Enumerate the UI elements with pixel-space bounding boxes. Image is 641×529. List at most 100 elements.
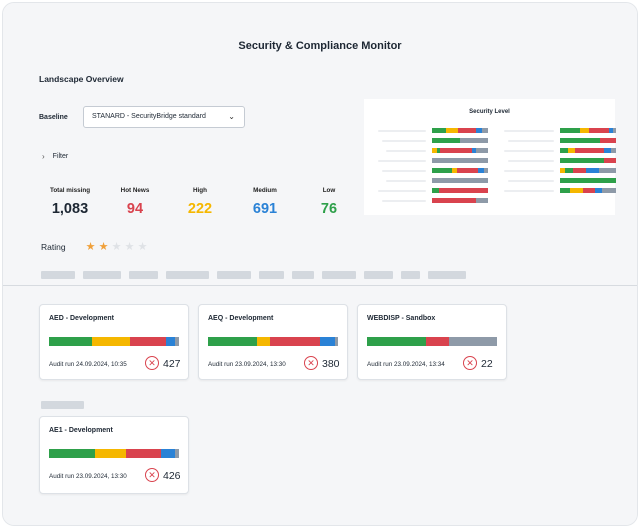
system-card[interactable]: WEBDISP - Sandbox Audit run 23.09.2024, … xyxy=(357,304,507,380)
system-card[interactable]: AE1 - Development Audit run 23.09.2024, … xyxy=(39,416,189,494)
bar-segment-other xyxy=(175,337,179,346)
security-level-bar-segment xyxy=(432,138,460,143)
baseline-dropdown[interactable]: STANARD - SecurityBridge standard ⌄ xyxy=(83,106,245,128)
security-level-bar xyxy=(432,158,488,163)
system-card[interactable]: AED - Development Audit run 24.09.2024, … xyxy=(39,304,189,380)
placeholder-tab[interactable] xyxy=(41,271,75,279)
security-level-bar-segment xyxy=(439,188,488,193)
security-level-row-label xyxy=(504,190,554,192)
placeholder-tab[interactable] xyxy=(259,271,284,279)
filter-label: Filter xyxy=(52,153,69,160)
stat-label: Medium xyxy=(253,187,277,194)
bar-segment-hot-news xyxy=(425,337,449,346)
circle-x-icon: ✕ xyxy=(145,356,159,370)
bar-segment-high xyxy=(257,337,271,346)
stat-value: 222 xyxy=(187,201,213,217)
placeholder-tab[interactable] xyxy=(166,271,209,279)
findings-count: 426 xyxy=(163,470,181,482)
stat-label: Hot News xyxy=(120,187,150,194)
security-level-bar-segment xyxy=(560,188,570,193)
stat-label: High xyxy=(193,187,207,194)
placeholder-tab[interactable] xyxy=(292,271,314,279)
page-title: Security & Compliance Monitor xyxy=(238,40,402,52)
security-level-row-label xyxy=(386,150,426,152)
audit-run: Audit run 23.09.2024, 13:30 xyxy=(208,361,286,368)
security-level-bar-segment xyxy=(589,128,609,133)
filter-toggle[interactable]: › Filter xyxy=(42,152,68,161)
security-level-bar-segment xyxy=(446,128,458,133)
security-level-bar xyxy=(560,148,616,153)
placeholder-tab[interactable] xyxy=(364,271,393,279)
security-level-bar-segment xyxy=(595,188,602,193)
bar-segment-other xyxy=(448,337,497,346)
security-level-bar-segment xyxy=(613,128,616,133)
star-empty-icon: ★ xyxy=(124,241,135,253)
security-level-bar xyxy=(432,188,488,193)
baseline-selected-value: STANARD - SecurityBridge standard xyxy=(92,113,206,120)
bar-segment-low xyxy=(49,337,92,346)
security-level-row-label xyxy=(382,170,426,172)
findings-count: 380 xyxy=(322,358,340,370)
placeholder-tab[interactable] xyxy=(83,271,121,279)
chevron-down-icon: ⌄ xyxy=(228,112,235,121)
placeholder-tab[interactable] xyxy=(217,271,251,279)
star-empty-icon: ★ xyxy=(111,241,122,253)
system-name: WEBDISP - Sandbox xyxy=(367,315,436,322)
stat-medium: Medium 691 xyxy=(230,187,300,217)
security-level-title: Security Level xyxy=(469,109,510,115)
security-level-row-label xyxy=(386,180,426,182)
bar-segment-high xyxy=(91,337,130,346)
system-name: AE1 - Development xyxy=(49,427,113,434)
bar-segment-hot-news xyxy=(270,337,320,346)
security-level-bar-segment xyxy=(602,188,616,193)
section-title: Landscape Overview xyxy=(39,74,124,84)
system-name: AEQ - Development xyxy=(208,315,274,322)
bar-segment-medium xyxy=(160,449,176,458)
rating-stars: ★ ★ ★ ★ ★ xyxy=(85,240,148,253)
security-level-bar-segment xyxy=(570,188,583,193)
system-name: AED - Development xyxy=(49,315,114,322)
findings-bar xyxy=(367,337,497,346)
star-filled-icon: ★ xyxy=(85,241,96,253)
security-level-bar xyxy=(560,168,616,173)
security-level-row-label xyxy=(378,130,426,132)
circle-x-icon: ✕ xyxy=(304,356,318,370)
bar-segment-low xyxy=(208,337,258,346)
stat-low: Low 76 xyxy=(294,187,364,217)
placeholder-tab[interactable] xyxy=(322,271,356,279)
system-card[interactable]: AEQ - Development Audit run 23.09.2024, … xyxy=(198,304,348,380)
security-level-bar-segment xyxy=(599,168,616,173)
security-level-bar-segment xyxy=(600,138,616,143)
security-level-bar-segment xyxy=(586,168,599,173)
chevron-right-icon: › xyxy=(42,152,45,161)
security-level-bar xyxy=(560,188,616,193)
stat-high: High 222 xyxy=(165,187,235,217)
security-level-bar-segment xyxy=(432,158,488,163)
bar-segment-hot-news xyxy=(125,449,161,458)
security-level-bar xyxy=(432,148,488,153)
security-level-row-label xyxy=(504,170,554,172)
security-level-bar-segment xyxy=(560,178,616,183)
security-level-row-label xyxy=(508,160,554,162)
app-frame: Security & Compliance Monitor Landscape … xyxy=(2,2,638,526)
stat-label: Total missing xyxy=(49,187,91,194)
security-level-bar xyxy=(560,178,616,183)
security-level-row-label xyxy=(504,150,554,152)
star-empty-icon: ★ xyxy=(137,241,148,253)
stat-label: Low xyxy=(322,187,336,194)
placeholder-tab[interactable] xyxy=(401,271,420,279)
overview-section: Security & Compliance Monitor Landscape … xyxy=(3,3,637,285)
placeholder-tab[interactable] xyxy=(428,271,466,279)
security-level-bar xyxy=(560,138,616,143)
security-level-bar-segment xyxy=(583,188,595,193)
bar-segment-low xyxy=(367,337,426,346)
placeholder-tab[interactable] xyxy=(129,271,158,279)
star-filled-icon: ★ xyxy=(98,241,109,253)
security-level-bar-segment xyxy=(568,148,575,153)
bar-segment-medium xyxy=(319,337,336,346)
bar-segment-high xyxy=(94,449,126,458)
security-level-bar-segment xyxy=(457,168,478,173)
security-level-row-label xyxy=(382,200,426,202)
group-label-placeholder xyxy=(41,401,84,409)
bar-segment-hot-news xyxy=(129,337,166,346)
